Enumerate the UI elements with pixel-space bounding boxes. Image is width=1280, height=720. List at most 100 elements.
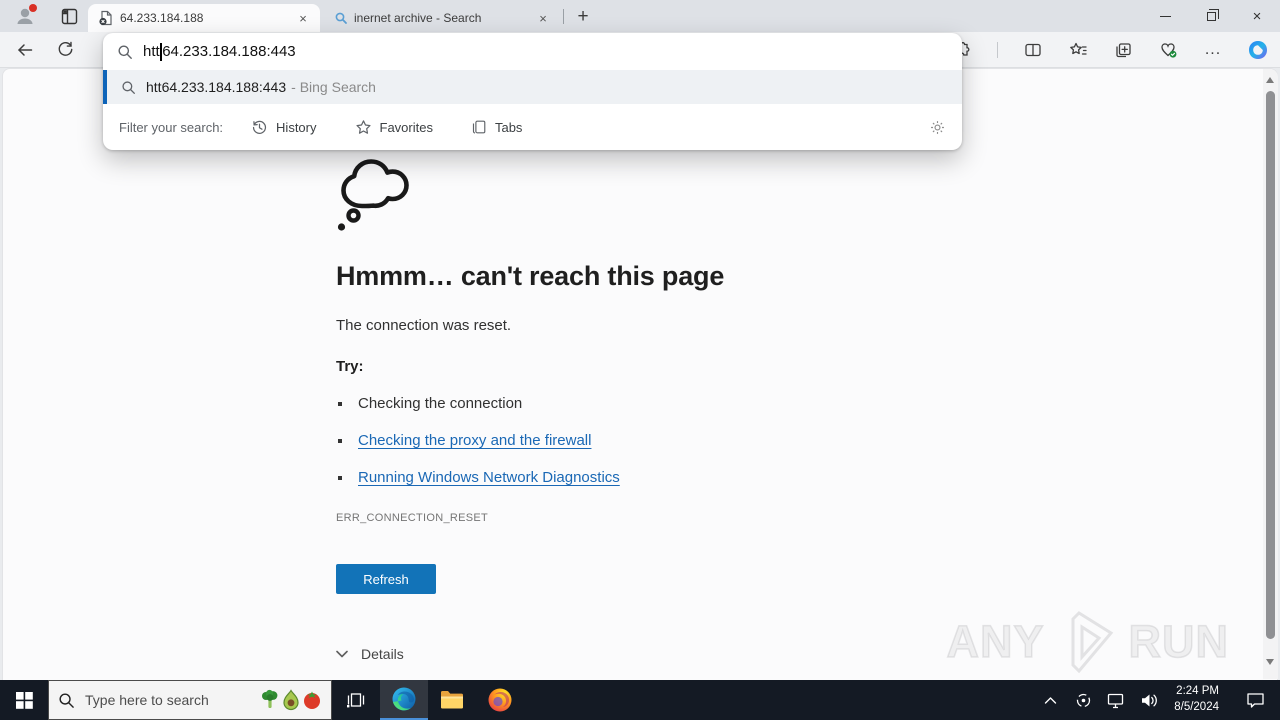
suggestion-query: htt64.233.184.188:443 (146, 79, 287, 95)
back-button[interactable] (10, 35, 40, 65)
search-icon (121, 80, 136, 95)
search-settings-button[interactable] (929, 119, 946, 136)
collections-icon (1114, 41, 1132, 59)
chevron-up-icon (1044, 696, 1057, 705)
minimize-icon (1159, 15, 1171, 17)
suggestion-link-text[interactable]: Checking the proxy and the firewall (358, 432, 591, 449)
search-suggestion-row[interactable]: htt64.233.184.188:443 - Bing Search (103, 70, 962, 104)
filter-tabs-button[interactable]: Tabs (471, 119, 522, 135)
filter-history-label: History (276, 119, 317, 135)
tray-volume-button[interactable] (1137, 680, 1161, 720)
search-icon (117, 44, 133, 60)
typed-prefix: htt (143, 43, 160, 60)
minimize-button[interactable] (1142, 0, 1188, 32)
taskbar-edge-button[interactable] (380, 680, 428, 720)
typed-suffix: 64.233.184.188:443 (162, 43, 296, 60)
details-label: Details (361, 646, 404, 662)
tray-sync-button[interactable] (1071, 680, 1095, 720)
filter-tabs-label: Tabs (494, 119, 523, 135)
suggestion-text: Checking the connection (358, 395, 523, 412)
document-error-favicon (98, 10, 114, 26)
bullet-icon (338, 475, 342, 480)
new-tab-button[interactable]: + (570, 5, 596, 29)
page-scrollbar[interactable] (1263, 69, 1278, 679)
browser-essentials-button[interactable] (1158, 40, 1178, 60)
refresh-nav-button[interactable] (50, 35, 80, 65)
browser-titlebar: 64.233.184.188 × inernet archive - Searc… (0, 0, 1280, 32)
folder-icon (439, 687, 465, 713)
split-screen-icon (1024, 41, 1042, 59)
suggestion-network-diagnostics-link[interactable]: Running Windows Network Diagnostics (336, 469, 1036, 486)
suggestion-link-text[interactable]: Running Windows Network Diagnostics (358, 469, 620, 486)
history-clock-icon (251, 119, 268, 136)
close-icon: × (1252, 7, 1262, 25)
tabs-icon (471, 119, 487, 135)
tab-search[interactable]: inernet archive - Search × (324, 4, 560, 32)
taskbar-firefox-button[interactable] (476, 680, 524, 720)
task-view-button[interactable] (332, 680, 380, 720)
refresh-icon (57, 41, 74, 58)
profile-avatar[interactable] (10, 3, 40, 29)
tab-actions-menu-button[interactable] (54, 3, 84, 29)
ellipsis-icon: ... (1204, 41, 1222, 58)
tray-clock[interactable]: 2:24 PM 8/5/2024 (1170, 684, 1227, 715)
action-center-button[interactable] (1236, 680, 1274, 720)
filter-label: Filter your search: (119, 119, 224, 135)
details-toggle[interactable]: Details (336, 646, 1036, 662)
address-input[interactable]: htt 64.233.184.188:443 (103, 33, 962, 70)
address-text: htt 64.233.184.188:443 (143, 42, 296, 61)
tab-close-button[interactable]: × (534, 9, 552, 27)
watermark-text: RUN (1128, 615, 1229, 668)
suggestion-check-proxy-link[interactable]: Checking the proxy and the firewall (336, 432, 1036, 449)
bullet-icon (338, 401, 342, 406)
window-controls: × (1142, 0, 1280, 32)
scroll-down-arrow[interactable] (1266, 659, 1274, 665)
tray-network-button[interactable] (1104, 680, 1128, 720)
refresh-button[interactable]: Refresh (336, 564, 436, 594)
close-button[interactable]: × (1234, 0, 1280, 32)
error-code: ERR_CONNECTION_RESET (336, 512, 489, 524)
filter-favorites-button[interactable]: Favorites (355, 119, 433, 136)
address-bar-dropdown: htt 64.233.184.188:443 htt64.233.184.188:… (103, 33, 962, 150)
windows-taskbar: Type here to search 2:24 PM 8/5/2024 (0, 680, 1280, 720)
bullet-icon (338, 438, 342, 443)
taskbar-file-explorer-button[interactable] (428, 680, 476, 720)
toolbar-separator (997, 42, 998, 58)
collections-button[interactable] (1113, 40, 1133, 60)
restore-icon (1206, 8, 1219, 21)
split-screen-button[interactable] (1023, 40, 1043, 60)
clock-date: 8/5/2024 (1174, 701, 1219, 713)
tab-error-page[interactable]: 64.233.184.188 × (88, 4, 320, 32)
filter-history-button[interactable]: History (251, 119, 317, 136)
start-button[interactable] (0, 680, 48, 720)
notification-dot (29, 4, 37, 12)
heart-pulse-icon (1159, 41, 1178, 59)
scroll-up-arrow[interactable] (1266, 77, 1274, 83)
try-label: Try: (336, 358, 364, 375)
search-placeholder: Type here to search (85, 692, 209, 708)
anyrun-play-logo-icon (1049, 609, 1125, 675)
star-list-icon (1069, 41, 1088, 59)
clock-time: 2:24 PM (1176, 685, 1219, 698)
search-highlights (260, 689, 322, 711)
edge-logo-icon (391, 686, 417, 712)
search-icon (58, 692, 75, 709)
restore-button[interactable] (1188, 0, 1234, 32)
tab-close-button[interactable]: × (294, 9, 312, 27)
suggestion-annotation: - Bing Search (291, 79, 376, 95)
star-icon (355, 119, 372, 136)
speaker-icon (1140, 692, 1159, 709)
tab-actions-icon (61, 8, 78, 25)
action-center-icon (1246, 692, 1265, 709)
error-heading: Hmmm… can't reach this page (336, 261, 725, 291)
copilot-icon (1247, 39, 1269, 61)
tomato-icon (302, 690, 322, 710)
taskbar-search-box[interactable]: Type here to search (48, 680, 332, 720)
settings-and-more-button[interactable]: ... (1203, 40, 1223, 60)
avocado-icon (282, 689, 300, 711)
favorites-button[interactable] (1068, 40, 1088, 60)
copilot-button[interactable] (1248, 40, 1268, 60)
error-content: Hmmm… can't reach this page The connecti… (336, 155, 1036, 662)
scrollbar-thumb[interactable] (1266, 91, 1275, 639)
tray-expand-button[interactable] (1038, 680, 1062, 720)
